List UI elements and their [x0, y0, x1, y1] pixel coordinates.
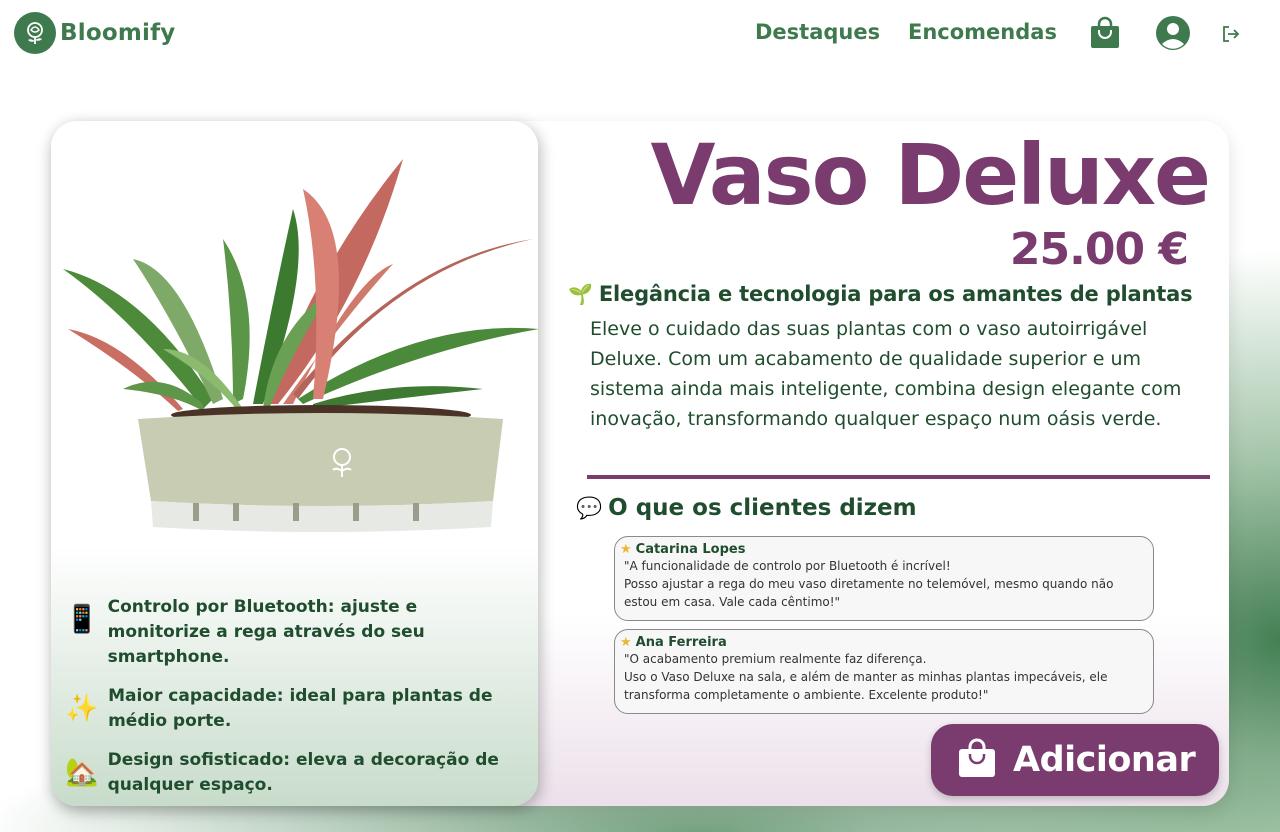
nav-destaques-link[interactable]: Destaques [755, 20, 880, 44]
reviews-heading: 💬 O que os clientes dizem [576, 495, 917, 521]
feature-text: Maior capacidade: ideal para plantas de … [108, 686, 493, 731]
feature-item: 🏡 Design sofisticado: eleva a decoração … [65, 748, 525, 798]
feature-item: 📱 Controlo por Bluetooth: ajuste e monit… [65, 595, 525, 670]
review-text: "A funcionalidade de controlo por Blueto… [624, 557, 1145, 611]
star-icon: ★ [620, 542, 632, 557]
brand-logo[interactable]: Bloomify [14, 12, 175, 54]
review-text: "O acabamento premium realmente faz dife… [624, 650, 1145, 704]
shopping-bag-icon [957, 738, 997, 782]
review-author-name: Catarina Lopes [635, 542, 746, 557]
add-button-label: Adicionar [1013, 740, 1196, 780]
feature-text: Controlo por Bluetooth: ajuste e monitor… [107, 597, 425, 667]
review-author: ★ Catarina Lopes [620, 542, 1145, 557]
brand-name: Bloomify [60, 20, 176, 46]
sparkles-icon: ✨ [65, 693, 99, 724]
top-navbar: Bloomify Destaques Encomendas [0, 0, 1280, 70]
review-line: transforma completamente o ambiente. Exc… [624, 688, 989, 702]
review-line: "A funcionalidade de controlo por Blueto… [624, 559, 951, 573]
review-line: "O acabamento premium realmente faz dife… [624, 652, 927, 666]
feature-text: Design sofisticado: eleva a decoração de… [107, 750, 499, 795]
review-line: estou em casa. Vale cada cêntimo!" [624, 595, 841, 609]
feature-item: ✨ Maior capacidade: ideal para plantas d… [65, 684, 525, 734]
product-description: Eleve o cuidado das suas plantas com o v… [590, 318, 1182, 430]
nav-encomendas-link[interactable]: Encomendas [908, 20, 1057, 44]
smartphone-icon: 📱 [65, 604, 99, 635]
feature-list: 📱 Controlo por Bluetooth: ajuste e monit… [65, 595, 525, 812]
seedling-icon: 🌱 [568, 282, 593, 306]
review-line: Uso o Vaso Deluxe na sala, e além de man… [624, 670, 1108, 684]
planter-product-image [63, 159, 539, 532]
tagline-text: Elegância e tecnologia para os amantes d… [598, 282, 1193, 306]
review-card: ★ Ana Ferreira "O acabamento premium rea… [614, 629, 1154, 714]
product-tagline: 🌱 Elegância e tecnologia para os amantes… [568, 282, 1193, 306]
star-icon: ★ [620, 635, 632, 650]
review-line: Posso ajustar a rega do meu vaso diretam… [624, 577, 1114, 591]
add-to-cart-button[interactable]: Adicionar [931, 724, 1219, 796]
section-divider [587, 475, 1210, 479]
product-title: Vaso Deluxe [650, 126, 1211, 224]
product-image-card: 📱 Controlo por Bluetooth: ajuste e monit… [51, 121, 539, 806]
reviews-heading-text: O que os clientes dizem [608, 495, 917, 521]
review-author: ★ Ana Ferreira [620, 635, 1145, 650]
rose-logo-icon [14, 12, 56, 54]
product-price: 25.00 € [1009, 224, 1189, 275]
house-garden-icon: 🏡 [65, 757, 99, 788]
review-card: ★ Catarina Lopes "A funcionalidade de co… [614, 536, 1154, 621]
logout-icon[interactable] [1221, 24, 1241, 48]
speech-bubble-icon: 💬 [576, 495, 603, 520]
user-account-icon[interactable] [1156, 16, 1190, 54]
shopping-bag-icon[interactable] [1088, 16, 1122, 54]
review-author-name: Ana Ferreira [635, 635, 727, 650]
